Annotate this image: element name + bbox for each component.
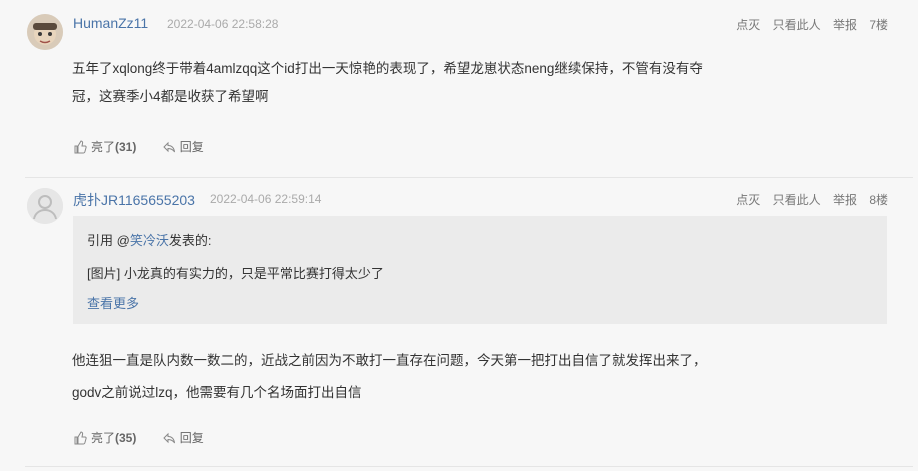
thumb-up-icon [74, 430, 87, 444]
comment-line: 五年了xqlong终于带着4amlzqq这个id打出一天惊艳的表现了，希望龙崽状… [72, 61, 703, 76]
only-this-user-button[interactable]: 只看此人 [773, 18, 821, 32]
comment-footer: 亮了 (35) 回复 [73, 429, 226, 448]
thumb-up-icon [74, 139, 87, 153]
post-time: 2022-04-06 22:59:14 [210, 192, 322, 206]
report-button[interactable]: 举报 [833, 18, 857, 32]
comment-line: godv之前说过lzq，他需要有几个名场面打出自信 [72, 385, 362, 400]
user-avatar[interactable] [27, 14, 63, 50]
report-button[interactable]: 举报 [833, 193, 857, 207]
comment-footer: 亮了 (31) 回复 [73, 138, 226, 157]
quoted-username[interactable]: 笑冷沃 [130, 233, 169, 248]
light-off-button[interactable]: 点灭 [736, 193, 760, 207]
reply-arrow-icon [162, 432, 175, 443]
user-avatar[interactable] [27, 188, 63, 224]
quote-header: 引用 @笑冷沃发表的: [87, 230, 211, 249]
quote-suffix: 发表的: [168, 233, 212, 248]
username[interactable]: 虎扑JR1165655203 [73, 190, 195, 210]
default-avatar-icon [27, 188, 63, 224]
username[interactable]: HumanZz11 [73, 15, 148, 31]
comment-line: 他连狙一直是队内数一数二的，近战之前因为不敢打一直存在问题，今天第一把打出自信了… [72, 353, 707, 368]
quote-block: 引用 @笑冷沃发表的: [图片] 小龙真的有实力的，只是平常比赛打得太少了 查看… [73, 216, 887, 324]
light-off-button[interactable]: 点灭 [736, 18, 760, 32]
only-this-user-button[interactable]: 只看此人 [773, 193, 821, 207]
reply-button[interactable]: 回复 [162, 429, 204, 446]
quote-content: [图片] 小龙真的有实力的，只是平常比赛打得太少了 [87, 266, 384, 281]
comment-item: 虎扑JR1165655203 2022-04-06 22:59:14 点灭 只看… [15, 178, 913, 466]
comment-body: 他连狙一直是队内数一数二的，近战之前因为不敢打一直存在问题，今天第一把打出自信了… [72, 348, 707, 406]
view-more-link[interactable]: 查看更多 [87, 293, 139, 312]
comment-item: HumanZz11 2022-04-06 22:58:28 点灭 只看此人 举报… [15, 0, 913, 178]
like-label: 亮了 [91, 140, 116, 154]
post-actions: 点灭 只看此人 举报 7楼 [727, 16, 888, 33]
reply-label: 回复 [179, 431, 204, 445]
quote-prefix: 引用 @ [87, 233, 130, 248]
comment-list: HumanZz11 2022-04-06 22:58:28 点灭 只看此人 举报… [15, 0, 913, 471]
floor-number: 7楼 [869, 18, 888, 32]
reply-button[interactable]: 回复 [162, 138, 204, 155]
post-actions: 点灭 只看此人 举报 8楼 [727, 191, 888, 208]
user-avatar-photo-icon [27, 14, 63, 50]
post-time: 2022-04-06 22:58:28 [167, 17, 279, 31]
reply-arrow-icon [162, 141, 175, 152]
like-count: (35) [115, 430, 137, 445]
floor-number: 8楼 [869, 193, 888, 207]
comment-body: 五年了xqlong终于带着4amlzqq这个id打出一天惊艳的表现了，希望龙崽状… [72, 56, 703, 110]
like-button[interactable]: 亮了 (35) [73, 429, 136, 446]
like-button[interactable]: 亮了 (31) [73, 138, 136, 155]
comment-divider [25, 466, 913, 467]
reply-label: 回复 [179, 140, 204, 154]
like-label: 亮了 [91, 431, 116, 445]
comment-line: 冠，这赛季小4都是收获了希望啊 [72, 89, 269, 104]
like-count: (31) [115, 139, 137, 154]
